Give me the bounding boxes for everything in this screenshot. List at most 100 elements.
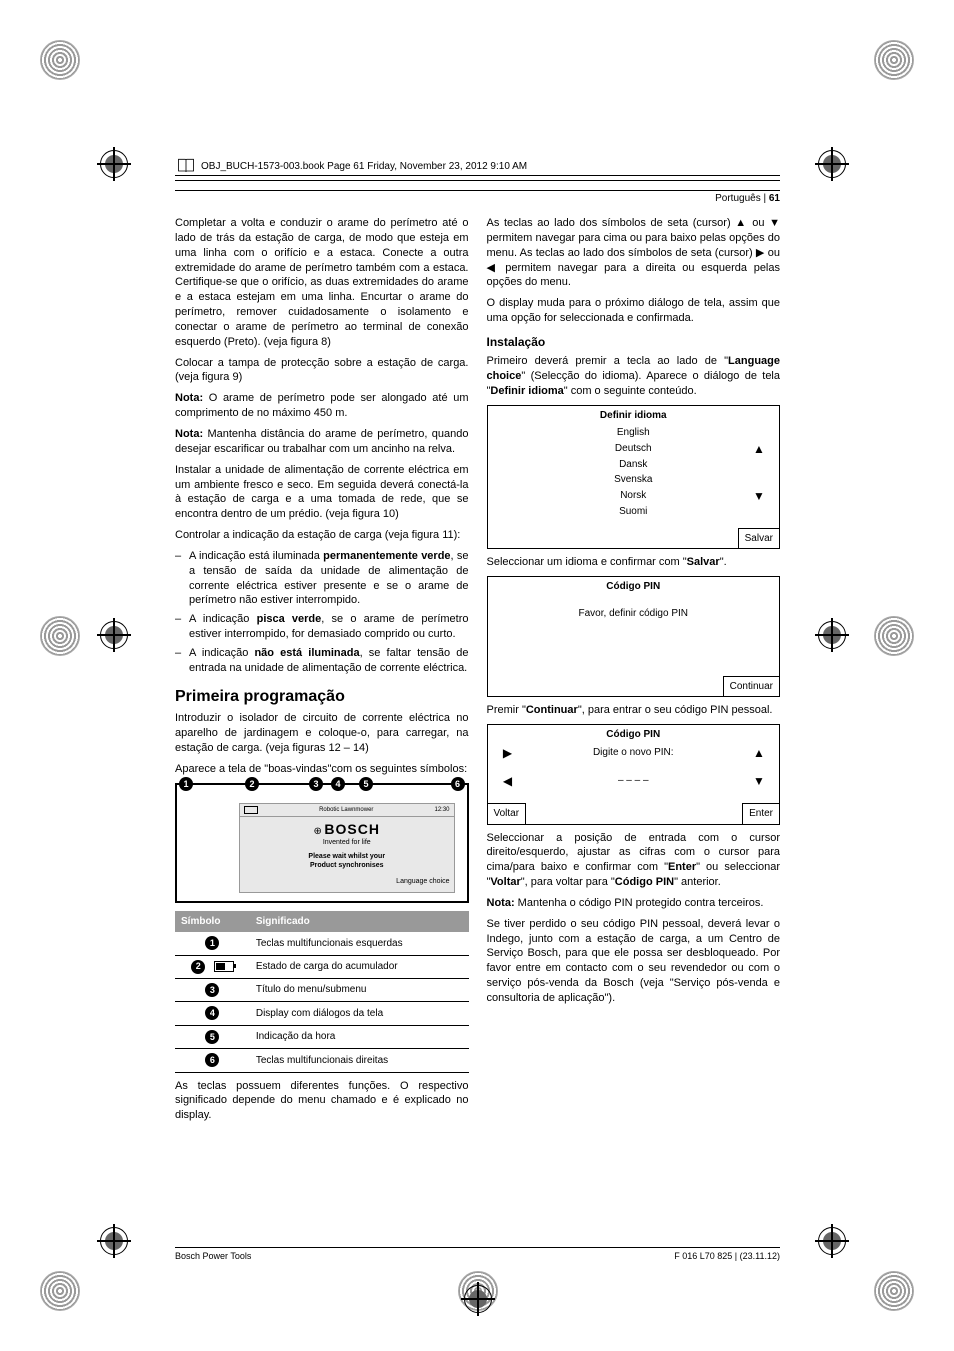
menu-option: English — [528, 425, 740, 441]
table-cell: Título do menu/submenu — [250, 978, 469, 1001]
footer-right: F 016 L70 825 | (23.11.12) — [674, 1251, 780, 1261]
up-arrow-icon: ▲ — [739, 745, 779, 761]
battery-icon — [244, 806, 258, 814]
corner-mark-icon — [40, 616, 80, 656]
header-page: 61 — [769, 193, 780, 204]
corner-mark-icon — [874, 1271, 914, 1311]
th-symbol: Símbolo — [175, 911, 250, 933]
table-cell: Indicação da hora — [250, 1025, 469, 1048]
note-text: O arame de perímetro pode ser alongado a… — [175, 392, 469, 419]
down-arrow-icon: ▼ — [739, 773, 779, 789]
para: Controlar a indicação da estação de carg… — [175, 528, 469, 543]
lcd-screen: Robotic Lawnmower 12:30 ⊕ BOSCH Invented… — [239, 803, 455, 893]
lcd-message: Please wait whilst your — [240, 852, 454, 861]
registration-mark-icon — [818, 1227, 846, 1255]
battery-icon — [214, 961, 234, 972]
note-label: Nota: — [175, 392, 203, 404]
table-cell: Teclas multifuncionais esquerdas — [250, 932, 469, 955]
lcd-message: Product synchronises — [240, 861, 454, 870]
para: Se tiver perdido o seu código PIN pessoa… — [487, 917, 781, 1006]
up-arrow-icon: ▲ — [739, 441, 779, 457]
right-column: As teclas ao lado dos símbolos de seta (… — [487, 216, 781, 1129]
down-arrow-icon: ▼ — [739, 488, 779, 504]
menu-option: Suomi — [528, 504, 740, 520]
subsection-heading: Instalação — [487, 334, 781, 350]
registration-mark-icon — [100, 150, 128, 178]
para: Completar a volta e conduzir o arame do … — [175, 216, 469, 350]
corner-mark-icon — [40, 40, 80, 80]
note-text: Mantenha o código PIN protegido contra t… — [515, 897, 764, 909]
menu-option: Dansk — [528, 457, 740, 473]
pin-entry-figure: Código PIN ▶ Digite o novo PIN: ▲ ◀ – – … — [487, 724, 781, 824]
back-softkey: Voltar — [488, 803, 527, 824]
para: As teclas ao lado dos símbolos de seta (… — [487, 216, 781, 290]
brand-tagline: Invented for life — [240, 838, 454, 847]
corner-mark-icon — [40, 1271, 80, 1311]
registration-mark-icon — [464, 1285, 492, 1313]
menu-message: Favor, definir código PIN — [488, 606, 780, 622]
left-column: Completar a volta e conduzir o arame do … — [175, 216, 469, 1129]
para: Nota: Mantenha o código PIN protegido co… — [487, 896, 781, 911]
book-icon — [175, 156, 197, 176]
menu-title: Código PIN — [488, 577, 780, 597]
header-lang: Português — [715, 193, 761, 204]
callout-1-icon: 1 — [179, 777, 193, 791]
enter-softkey: Enter — [742, 803, 779, 824]
table-cell: Teclas multifuncionais direitas — [250, 1049, 469, 1072]
pin-prompt-figure: Código PIN Favor, definir código PIN Con… — [487, 576, 781, 698]
para: Seleccionar um idioma e confirmar com "S… — [487, 555, 781, 570]
para: Nota: O arame de perímetro pode ser alon… — [175, 391, 469, 421]
book-header: OBJ_BUCH-1573-003.book Page 61 Friday, N… — [175, 156, 527, 176]
menu-option: Deutsch — [528, 441, 740, 457]
list-item: A indicação não está iluminada, se falta… — [189, 646, 469, 676]
para: Aparece a tela de "boas-vindas"com os se… — [175, 762, 469, 777]
menu-message: Digite o novo PIN: — [528, 745, 740, 761]
header-rule — [175, 175, 780, 181]
note-label: Nota: — [175, 428, 203, 440]
section-heading: Primeira programação — [175, 686, 469, 708]
th-meaning: Significado — [250, 911, 469, 933]
lcd-time: 12:30 — [434, 806, 453, 814]
badge-1-icon: 1 — [205, 936, 219, 950]
note-label: Nota: — [487, 897, 515, 909]
continue-softkey: Continuar — [723, 676, 779, 697]
brand-logo: BOSCH — [324, 821, 380, 837]
badge-3-icon: 3 — [205, 983, 219, 997]
right-arrow-icon: ▶ — [488, 745, 528, 761]
registration-mark-icon — [100, 621, 128, 649]
registration-mark-icon — [818, 150, 846, 178]
left-arrow-icon: ◀ — [488, 773, 528, 789]
lcd-softkey: Language choice — [240, 877, 454, 886]
symbol-table: SímboloSignificado 1 Teclas multifunciona… — [175, 911, 469, 1073]
table-cell: Display com diálogos da tela — [250, 1002, 469, 1025]
save-softkey: Salvar — [738, 528, 779, 549]
badge-4-icon: 4 — [205, 1006, 219, 1020]
manual-page: OBJ_BUCH-1573-003.book Page 61 Friday, N… — [0, 0, 954, 1351]
table-cell: Estado de carga do acumulador — [250, 955, 469, 978]
footer-left: Bosch Power Tools — [175, 1251, 251, 1261]
callout-4-icon: 4 — [331, 777, 345, 791]
para: Premir "Continuar", para entrar o seu có… — [487, 703, 781, 718]
para: Instalar a unidade de alimentação de cor… — [175, 463, 469, 522]
page-header: Português | 61 — [175, 190, 780, 204]
list-item: A indicação está iluminada permanentemen… — [189, 549, 469, 608]
bosch-ring-icon: ⊕ — [314, 826, 322, 837]
language-menu-figure: Definir idioma English Deutsch▲ Dansk Sv… — [487, 405, 781, 549]
corner-mark-icon — [874, 40, 914, 80]
badge-5-icon: 5 — [205, 1030, 219, 1044]
note-text: Mantenha distância do arame de perímetro… — [175, 428, 469, 455]
list-item: A indicação pisca verde, se o arame de p… — [189, 612, 469, 642]
para: As teclas possuem diferentes funções. O … — [175, 1079, 469, 1124]
menu-option: Norsk — [528, 488, 740, 504]
para: Nota: Mantenha distância do arame de per… — [175, 427, 469, 457]
callout-6-icon: 6 — [451, 777, 465, 791]
para: Seleccionar a posição de entrada com o c… — [487, 831, 781, 890]
para: O display muda para o próximo diálogo de… — [487, 296, 781, 326]
corner-mark-icon — [874, 616, 914, 656]
para: Primeiro deverá premir a tecla ao lado d… — [487, 354, 781, 399]
welcome-screen-figure: 1 2 3 4 5 6 Robotic Lawnmower 12:30 ⊕ — [175, 783, 469, 903]
pin-dashes: – – – – — [528, 773, 740, 789]
badge-2-icon: 2 — [191, 960, 205, 974]
callout-5-icon: 5 — [359, 777, 373, 791]
menu-title: Código PIN — [488, 725, 780, 745]
